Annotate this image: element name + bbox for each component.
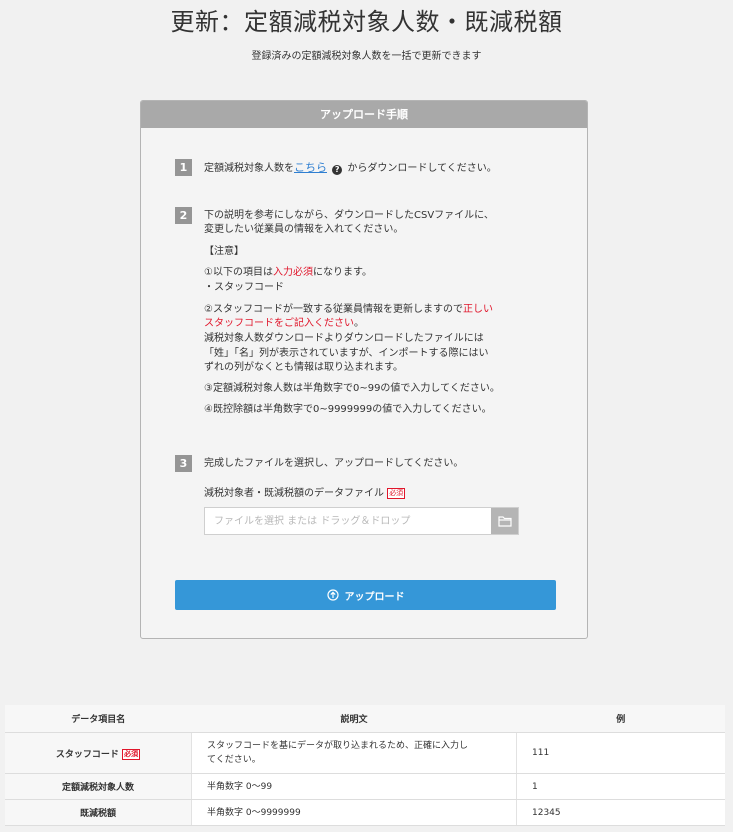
header-example: 例 [516, 705, 725, 733]
page-subtitle: 登録済みの定額減税対象人数を一括で更新できます [251, 51, 482, 62]
step2-line1: 下の説明を参考にしながら、ダウンロードしたCSVファイルに、 [204, 210, 494, 221]
step3-text: 完成したファイルを選択し、アップロードしてください。 [204, 458, 464, 469]
cell-item-name: スタッフコード 必須 [5, 732, 192, 774]
upload-steps-card: アップロード手順 1 定額減税対象人数をこちら ? からダウンロードしてください… [140, 100, 588, 639]
note-2-line5: ずれの列がなくとも情報は取り込まれます。 [204, 362, 403, 373]
note-2-end: 。 [354, 318, 364, 329]
step1-text-before: 定額減税対象人数を [204, 163, 294, 174]
help-icon[interactable]: ? [332, 165, 343, 175]
table-row: 定額減税対象人数 半角数字 0〜99 1 [5, 773, 725, 800]
upload-button[interactable]: アップロード [175, 580, 556, 610]
file-field-label: 減税対象者・既減税額のデータファイル 必須 [204, 486, 406, 501]
note-2-before: ②スタッフコードが一致する従業員情報を更新しますので [204, 304, 463, 315]
header-description: 説明文 [191, 705, 517, 733]
cell-description: スタッフコードを基にデータが取り込まれるため、正確に入力し てください。 [191, 732, 517, 774]
upload-icon [326, 589, 339, 601]
download-link[interactable]: こちら [294, 161, 327, 174]
cell-example: 111 [516, 732, 725, 774]
file-browse-button[interactable] [491, 508, 518, 534]
cell-description: 半角数字 0〜99 [191, 773, 517, 800]
required-badge: 必須 [122, 748, 141, 760]
required-highlight: 入力必須 [272, 267, 313, 278]
note-title: 【注意】 [204, 246, 244, 257]
desc-line-2: てください。 [207, 755, 261, 765]
table-row: 既減税額 半角数字 0〜9999999 12345 [5, 799, 725, 826]
step-number-1: 1 [175, 159, 192, 176]
cell-item-name: 定額減税対象人数 [5, 773, 192, 800]
note-1-after: になります。 [312, 267, 372, 278]
upload-button-label: アップロード [344, 591, 405, 603]
data-items-table: データ項目名 説明文 例 スタッフコード 必須 スタッフコードを基にデータが取り… [5, 705, 725, 826]
note-2-line4: 「姓」「名」列が表示されていますが、インポートする際にはい [204, 348, 489, 359]
file-input[interactable] [205, 508, 491, 534]
step-number-2: 2 [175, 207, 192, 224]
table-header-row: データ項目名 説明文 例 [5, 705, 725, 733]
note-1-before: ①以下の項目は [204, 267, 273, 278]
note-2-red-2: スタッフコードをご記入ください [204, 318, 354, 329]
page-title: 更新：定額減税対象人数・既減税額 [170, 8, 563, 36]
cell-description: 半角数字 0〜9999999 [191, 799, 517, 826]
note-1-item: ・スタッフコード [204, 282, 284, 293]
file-field-label-text: 減税対象者・既減税額のデータファイル [204, 488, 384, 499]
cell-example: 1 [516, 773, 725, 800]
note-2-line2: スタッフコードをご記入ください。 [204, 316, 364, 331]
step1-text: 定額減税対象人数をこちら ? からダウンロードしてください。 [204, 160, 497, 176]
header-item-name: データ項目名 [5, 705, 192, 733]
note-4: ④既控除額は半角数字で0~9999999の値で入力してください。 [204, 404, 492, 415]
desc-line-1: スタッフコードを基にデータが取り込まれるため、正確に入力し [207, 741, 469, 751]
cell-example: 12345 [516, 799, 725, 826]
item-name-text: スタッフコード [55, 749, 119, 760]
note-2-line3: 減税対象人数ダウンロードよりダウンロードしたファイルには [204, 333, 484, 344]
note-1: ①以下の項目は入力必須になります。 [204, 265, 372, 280]
folder-icon [497, 516, 512, 527]
cell-item-name: 既減税額 [5, 799, 192, 826]
file-dropzone[interactable] [204, 507, 519, 535]
card-header: アップロード手順 [141, 101, 587, 128]
note-2-red-1: 正しい [462, 304, 493, 315]
note-2-line1: ②スタッフコードが一致する従業員情報を更新しますので正しい [204, 302, 493, 317]
required-badge: 必須 [387, 488, 406, 499]
step-number-3: 3 [175, 455, 192, 472]
step1-text-after: からダウンロードしてください。 [347, 163, 497, 174]
step2-line2: 変更したい従業員の情報を入れてください。 [204, 224, 404, 235]
note-3: ③定額減税対象人数は半角数字で0~99の値で入力してください。 [204, 383, 500, 394]
table-row: スタッフコード 必須 スタッフコードを基にデータが取り込まれるため、正確に入力し… [5, 732, 725, 774]
